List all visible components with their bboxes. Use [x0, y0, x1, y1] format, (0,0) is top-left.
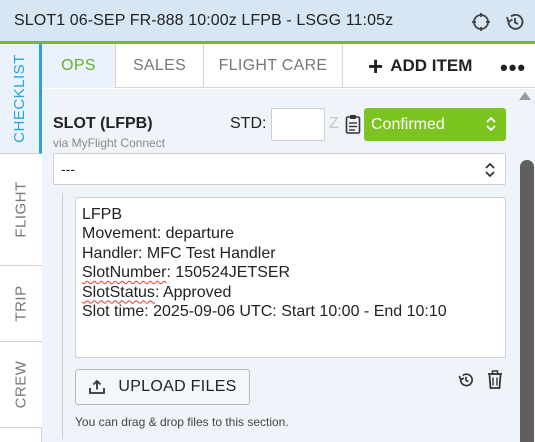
notes-line: Handler: MFC Test Handler: [82, 244, 276, 262]
misspelled-word: SlotNumber: [82, 264, 167, 282]
scrollbar-thumb[interactable]: [520, 160, 534, 442]
history-icon[interactable]: [457, 371, 475, 394]
status-value: Confirmed: [371, 115, 445, 133]
history-icon[interactable]: [504, 11, 526, 33]
notes-line-slot-status: SlotStatus: Approved: [82, 283, 232, 301]
tab-flight-care[interactable]: FLIGHT CARE: [204, 44, 343, 88]
trash-icon[interactable]: [487, 370, 503, 394]
more-horizontal-icon[interactable]: •••: [500, 55, 526, 81]
tab-ops[interactable]: OPS: [42, 44, 116, 88]
slot-source: via MyFlight Connect: [53, 136, 166, 150]
notes-line-slot-number: SlotNumber: 150524JETSER: [82, 264, 291, 282]
notes-line: Movement: departure: [82, 225, 235, 243]
side-tab-label: TRIP: [12, 285, 30, 322]
side-tab-bar: CHECKLIST FLIGHT TRIP CREW: [0, 44, 42, 442]
window-header: SLOT1 06-SEP FR-888 10:00z LFPB - LSGG 1…: [0, 0, 535, 44]
side-tab-label: CREW: [12, 360, 30, 409]
status-select[interactable]: Confirmed: [364, 108, 506, 141]
section-divider: [62, 193, 63, 439]
upload-files-button[interactable]: UPLOAD FILES: [75, 369, 250, 405]
top-tab-bar: OPS SALES FLIGHT CARE + ADD ITEM •••: [42, 44, 535, 88]
flight-title: SLOT1 06-SEP FR-888 10:00z LFPB - LSGG 1…: [14, 12, 394, 29]
chevron-updown-icon: [485, 114, 497, 139]
clipboard-icon[interactable]: [345, 114, 361, 139]
std-label: STD:: [230, 115, 267, 132]
crosshair-icon[interactable]: [470, 11, 492, 33]
std-time-input[interactable]: [271, 108, 325, 141]
side-tab-label: CHECKLIST: [11, 54, 28, 143]
drag-drop-hint: You can drag & drop files to this sectio…: [75, 415, 289, 429]
plus-icon: +: [368, 51, 384, 81]
notes-textarea[interactable]: LFPB Movement: departure Handler: MFC Te…: [75, 197, 506, 358]
side-tab-checklist[interactable]: CHECKLIST: [0, 44, 42, 154]
side-tab-label: FLIGHT: [12, 181, 30, 238]
scroll-up-arrow-icon[interactable]: [519, 92, 531, 100]
side-tab-flight[interactable]: FLIGHT: [0, 154, 42, 266]
side-tab-crew[interactable]: CREW: [0, 342, 42, 428]
add-item-label: ADD ITEM: [390, 56, 473, 75]
notes-line: Slot time: 2025-09-06 UTC: Start 10:00 -…: [82, 303, 447, 321]
slot-title: SLOT (LFPB): [53, 115, 153, 132]
notes-line: LFPB: [82, 206, 123, 223]
option-select-value: ---: [61, 161, 75, 177]
misspelled-word: SlotStatus: [82, 283, 155, 301]
upload-label: UPLOAD FILES: [118, 378, 237, 395]
option-select[interactable]: ---: [53, 153, 506, 185]
zulu-label: Z: [329, 115, 339, 132]
upload-icon: [89, 379, 106, 394]
tab-sales[interactable]: SALES: [116, 44, 204, 88]
chevron-updown-icon: [484, 160, 496, 183]
add-item-button[interactable]: + ADD ITEM: [368, 44, 472, 88]
checklist-content: SLOT (LFPB) via MyFlight Connect STD: Z …: [42, 89, 516, 442]
side-tab-trip[interactable]: TRIP: [0, 266, 42, 342]
